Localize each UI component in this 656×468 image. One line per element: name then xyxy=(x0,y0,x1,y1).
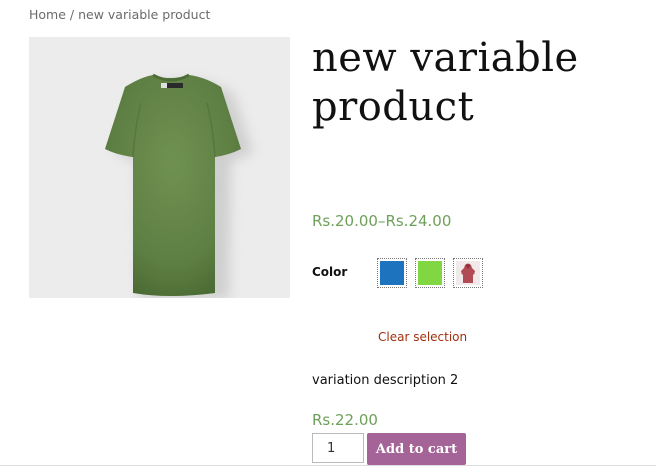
color-label: Color xyxy=(312,265,348,279)
product-page: Home / new variable product new variable… xyxy=(0,0,656,468)
variation-description: variation description 2 xyxy=(312,373,459,388)
breadcrumb-home-link[interactable]: Home xyxy=(29,7,66,22)
breadcrumb: Home / new variable product xyxy=(29,7,210,22)
quantity-input[interactable] xyxy=(312,433,364,463)
product-title: new variable product xyxy=(312,35,579,130)
variation-price: Rs.22.00 xyxy=(312,411,378,429)
tshirt-image-icon xyxy=(105,73,253,298)
swatch-blue-fill xyxy=(380,261,404,285)
swatch-green-fill xyxy=(418,261,442,285)
price-range: Rs.20.00–Rs.24.00 xyxy=(312,212,452,230)
swatch-red-hoodie[interactable] xyxy=(453,258,483,288)
clear-selection-link[interactable]: Clear selection xyxy=(378,330,467,344)
color-swatches xyxy=(377,258,483,288)
breadcrumb-separator: / xyxy=(65,7,79,22)
hoodie-image-icon xyxy=(456,261,480,285)
add-to-cart-button[interactable]: Add to cart xyxy=(367,433,466,465)
product-summary: new variable product Rs.20.00–Rs.24.00 C… xyxy=(312,34,642,465)
product-main-image[interactable] xyxy=(29,37,290,298)
swatch-blue[interactable] xyxy=(377,258,407,288)
swatch-green[interactable] xyxy=(415,258,445,288)
divider xyxy=(0,465,656,466)
breadcrumb-current: new variable product xyxy=(78,7,211,22)
